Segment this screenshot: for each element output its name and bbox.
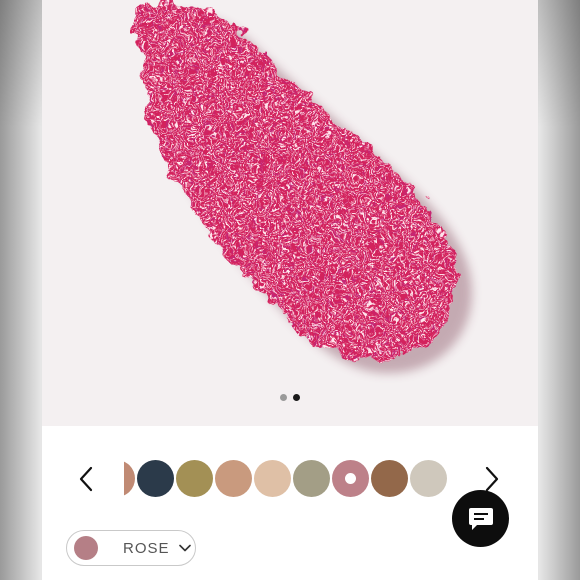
- shade-swatch[interactable]: [410, 460, 447, 497]
- shade-swatch[interactable]: [176, 460, 213, 497]
- chat-button[interactable]: [452, 490, 509, 547]
- shade-swatch[interactable]: [254, 460, 291, 497]
- product-image-frame: [42, 0, 538, 426]
- carousel-dot-2[interactable]: [293, 394, 300, 401]
- shade-swatch[interactable]: [371, 460, 408, 497]
- previous-shades-button[interactable]: [73, 464, 99, 494]
- chat-bubble-icon: [468, 507, 493, 530]
- shade-swatch-selected[interactable]: [332, 460, 369, 497]
- carousel-pager: [42, 394, 538, 401]
- shade-swatch[interactable]: [293, 460, 330, 497]
- chevron-right-icon: [485, 466, 499, 492]
- carousel-dot-1[interactable]: [280, 394, 287, 401]
- chevron-left-icon: [79, 466, 93, 492]
- selected-shade-label: ROSE: [123, 539, 170, 557]
- shade-carousel: [124, 460, 458, 500]
- chevron-down-icon: [178, 544, 191, 552]
- selected-shade-swatch: [74, 536, 98, 560]
- shade-swatch[interactable]: [137, 460, 174, 497]
- shade-swatch[interactable]: [215, 460, 252, 497]
- glitter-swatch-image: [132, 2, 472, 374]
- shade-swatch[interactable]: [124, 460, 135, 497]
- shade-list: [124, 460, 447, 497]
- shade-dropdown[interactable]: ROSE: [66, 530, 196, 566]
